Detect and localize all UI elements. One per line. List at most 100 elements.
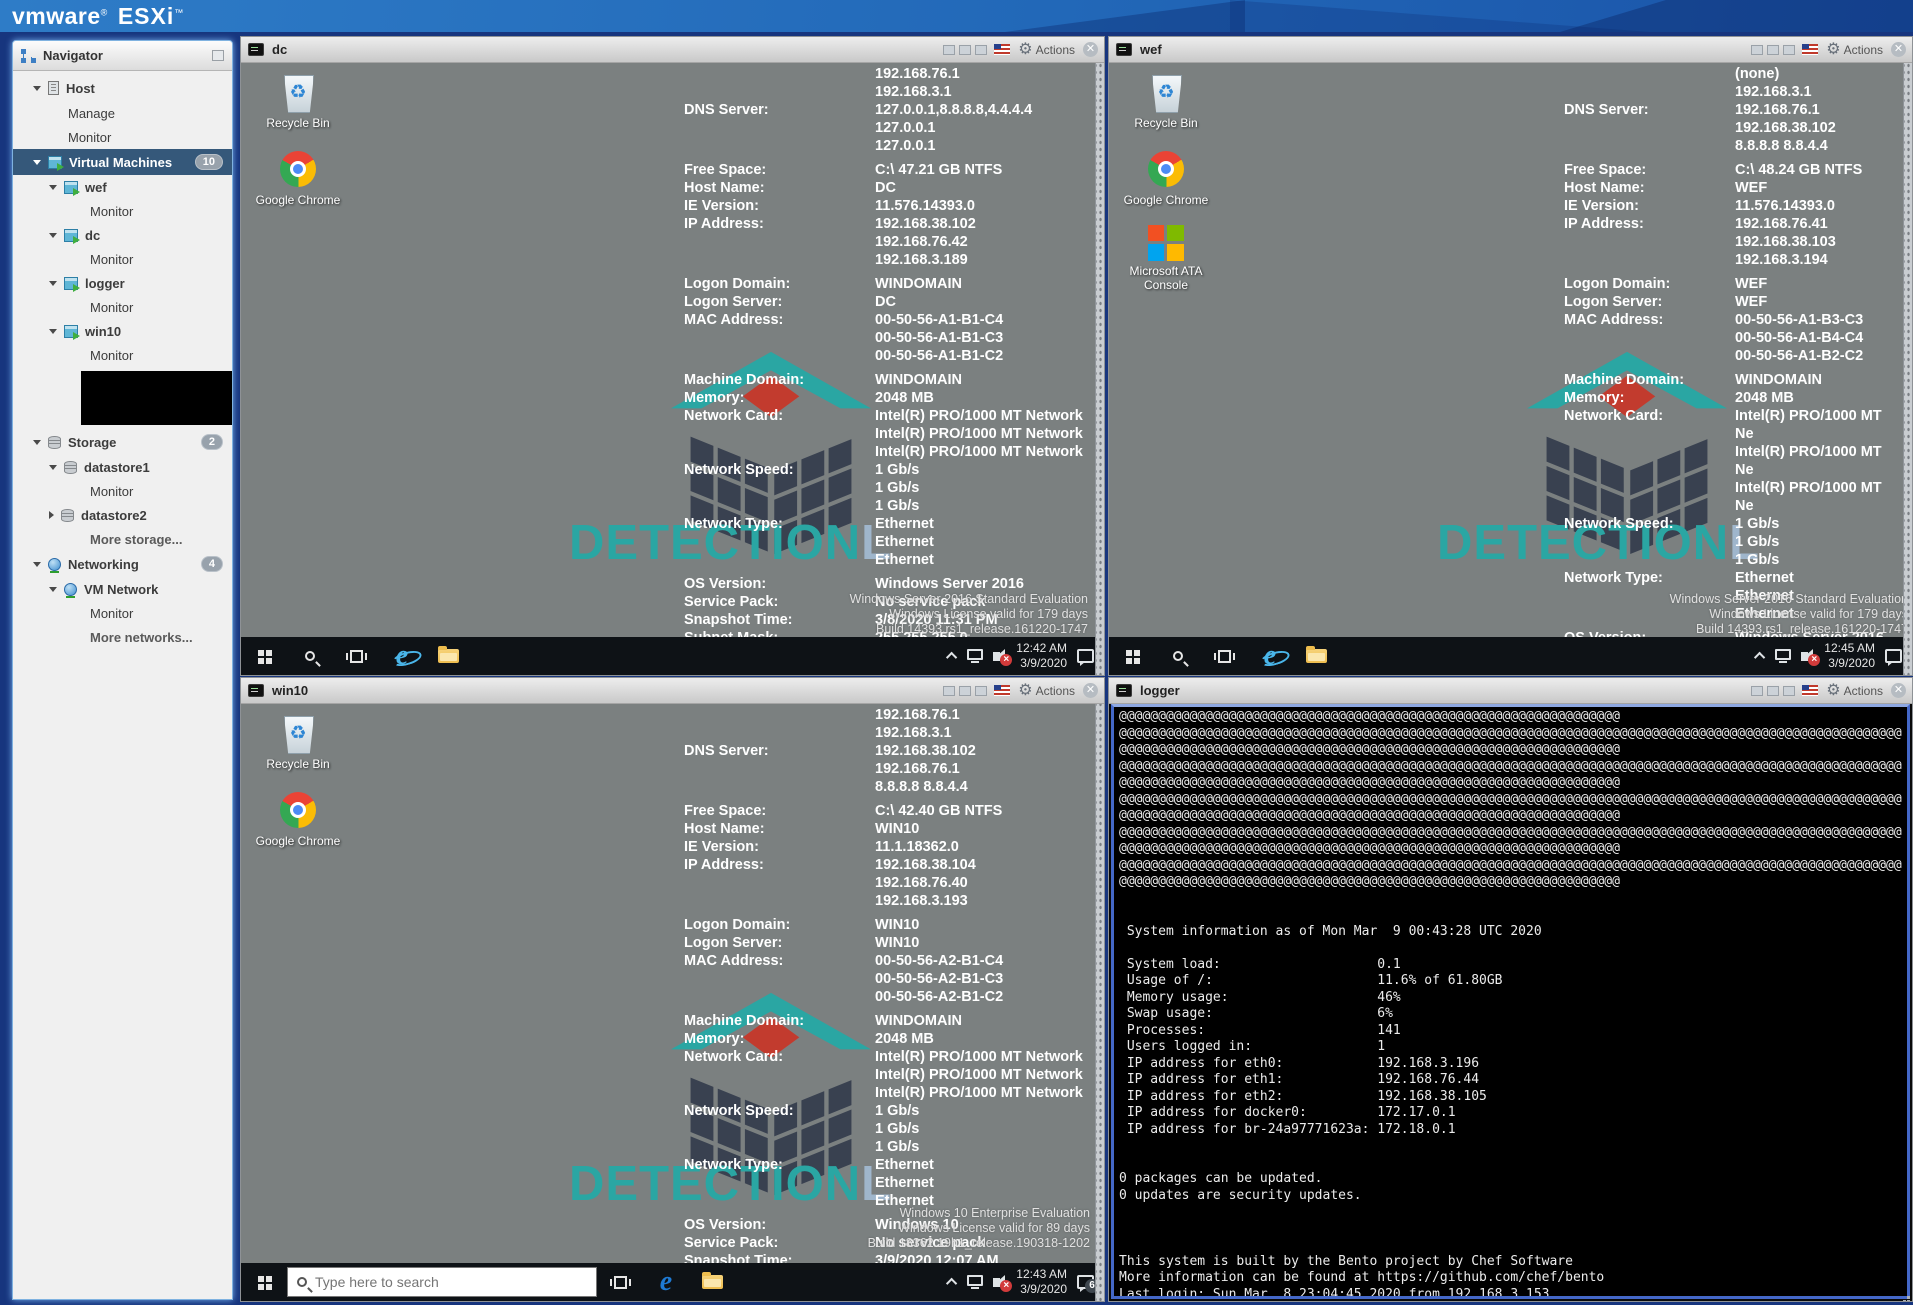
chevron-down-icon[interactable]: [33, 440, 41, 445]
keyboard-layout-flag-icon[interactable]: [1802, 44, 1818, 55]
console-titlebar-wef[interactable]: wef ⚙ Actions ✕: [1109, 37, 1912, 63]
chevron-down-icon[interactable]: [49, 233, 57, 238]
console-titlebar-logger[interactable]: logger ⚙ Actions ✕: [1109, 678, 1912, 704]
sidebar-item-vm-network[interactable]: VM Network: [13, 577, 232, 601]
taskbar-search-box[interactable]: [287, 1267, 597, 1297]
window-control-icon[interactable]: [943, 686, 955, 696]
actions-button[interactable]: Actions: [1844, 684, 1883, 698]
desktop-icon[interactable]: Google Chrome: [1123, 148, 1209, 207]
window-control-icon[interactable]: [1783, 45, 1795, 55]
sidebar-item-datastore2[interactable]: datastore2: [13, 503, 232, 527]
gear-icon[interactable]: ⚙: [1826, 683, 1840, 699]
chevron-down-icon[interactable]: [33, 86, 41, 91]
close-icon[interactable]: ✕: [1891, 42, 1906, 57]
task-view-icon[interactable]: [1201, 637, 1247, 675]
close-icon[interactable]: ✕: [1083, 683, 1098, 698]
task-view-icon[interactable]: [597, 1263, 643, 1301]
sidebar-item-vm-network-monitor[interactable]: Monitor: [13, 601, 232, 625]
sidebar-item-vm-wef[interactable]: wef: [13, 175, 232, 199]
close-icon[interactable]: ✕: [1891, 683, 1906, 698]
sidebar-item-datastore1-monitor[interactable]: Monitor: [13, 479, 232, 503]
search-icon[interactable]: [287, 637, 333, 675]
action-center-icon[interactable]: [1885, 649, 1902, 663]
chevron-down-icon[interactable]: [49, 329, 57, 334]
chevron-down-icon[interactable]: [49, 465, 57, 470]
scrollbar[interactable]: [1903, 63, 1912, 675]
close-icon[interactable]: ✕: [1083, 42, 1098, 57]
file-explorer-icon[interactable]: [689, 1263, 735, 1301]
desktop-icon[interactable]: Google Chrome: [255, 789, 341, 848]
sidebar-item-vm-logger[interactable]: logger: [13, 271, 232, 295]
start-button[interactable]: [241, 1263, 287, 1301]
chevron-down-icon[interactable]: [49, 281, 57, 286]
search-icon[interactable]: [1155, 637, 1201, 675]
network-tray-icon[interactable]: [967, 649, 983, 660]
window-control-icon[interactable]: [959, 45, 971, 55]
network-tray-icon[interactable]: [967, 1275, 983, 1286]
sidebar-item-dc-monitor[interactable]: Monitor: [13, 247, 232, 271]
action-center-icon[interactable]: [1077, 649, 1094, 663]
taskbar-clock[interactable]: 12:43 AM 3/9/2020: [1016, 1267, 1067, 1297]
chevron-down-icon[interactable]: [33, 562, 41, 567]
window-control-icon[interactable]: [943, 45, 955, 55]
sidebar-item-more-storage[interactable]: More storage...: [13, 527, 232, 551]
panel-pin-icon[interactable]: [212, 50, 224, 61]
keyboard-layout-flag-icon[interactable]: [1802, 685, 1818, 696]
sidebar-item-vm-dc[interactable]: dc: [13, 223, 232, 247]
desktop-icon[interactable]: Microsoft ATA Console: [1123, 225, 1209, 292]
file-explorer-icon[interactable]: [425, 637, 471, 675]
desktop-icon[interactable]: Google Chrome: [255, 148, 341, 207]
window-control-icon[interactable]: [1783, 686, 1795, 696]
sidebar-item-host[interactable]: Host: [13, 75, 232, 101]
window-control-icon[interactable]: [1751, 45, 1763, 55]
resize-grip[interactable]: [1907, 1296, 1910, 1299]
tray-chevron-icon[interactable]: [946, 652, 957, 663]
linux-terminal[interactable]: @@@@@@@@@@@@@@@@@@@@@@@@@@@@@@@@@@@@@@@@…: [1111, 704, 1910, 1299]
task-view-icon[interactable]: [333, 637, 379, 675]
window-control-icon[interactable]: [1751, 686, 1763, 696]
sidebar-item-win10-monitor[interactable]: Monitor: [13, 343, 232, 367]
speaker-muted-icon[interactable]: [993, 652, 1000, 661]
chevron-down-icon[interactable]: [49, 587, 57, 592]
sidebar-item-storage[interactable]: Storage 2: [13, 429, 232, 455]
keyboard-layout-flag-icon[interactable]: [994, 685, 1010, 696]
actions-button[interactable]: Actions: [1036, 684, 1075, 698]
desktop-icon[interactable]: Recycle Bin: [1123, 71, 1209, 130]
gear-icon[interactable]: ⚙: [1018, 683, 1032, 699]
edge-icon[interactable]: e: [643, 1263, 689, 1301]
window-control-icon[interactable]: [975, 686, 987, 696]
window-control-icon[interactable]: [975, 45, 987, 55]
window-control-icon[interactable]: [1767, 686, 1779, 696]
sidebar-item-networking[interactable]: Networking 4: [13, 551, 232, 577]
scrollbar[interactable]: [1095, 704, 1104, 1301]
scrollbar[interactable]: [1095, 63, 1104, 675]
internet-explorer-icon[interactable]: e: [1247, 637, 1293, 675]
sidebar-item-wef-monitor[interactable]: Monitor: [13, 199, 232, 223]
window-control-icon[interactable]: [959, 686, 971, 696]
start-button[interactable]: [241, 637, 287, 675]
network-tray-icon[interactable]: [1775, 649, 1791, 660]
console-titlebar-win10[interactable]: win10 ⚙ Actions ✕: [241, 678, 1104, 704]
vm-desktop-win10[interactable]: DETECTIONL Recycle Bin Google Chrome 192…: [241, 704, 1104, 1265]
sidebar-item-vm-win10[interactable]: win10: [13, 319, 232, 343]
window-control-icon[interactable]: [1767, 45, 1779, 55]
desktop-icon[interactable]: Recycle Bin: [255, 71, 341, 130]
search-input[interactable]: [315, 1274, 555, 1290]
taskbar-clock[interactable]: 12:45 AM 3/9/2020: [1824, 641, 1875, 671]
gear-icon[interactable]: ⚙: [1826, 42, 1840, 58]
speaker-muted-icon[interactable]: [1801, 652, 1808, 661]
actions-button[interactable]: Actions: [1036, 43, 1075, 57]
gear-icon[interactable]: ⚙: [1018, 42, 1032, 58]
sidebar-item-host-manage[interactable]: Manage: [13, 101, 232, 125]
sidebar-item-host-monitor[interactable]: Monitor: [13, 125, 232, 149]
start-button[interactable]: [1109, 637, 1155, 675]
sidebar-item-virtual-machines[interactable]: Virtual Machines 10: [13, 149, 232, 175]
chevron-right-icon[interactable]: [49, 511, 54, 519]
taskbar-clock[interactable]: 12:42 AM 3/9/2020: [1016, 641, 1067, 671]
speaker-muted-icon[interactable]: [993, 1278, 1000, 1287]
tray-chevron-icon[interactable]: [1754, 652, 1765, 663]
chevron-down-icon[interactable]: [33, 160, 41, 165]
sidebar-item-logger-monitor[interactable]: Monitor: [13, 295, 232, 319]
tray-chevron-icon[interactable]: [946, 1278, 957, 1289]
vm-desktop-dc[interactable]: DETECTIONL Recycle Bin Google Chrome 192…: [241, 63, 1104, 639]
